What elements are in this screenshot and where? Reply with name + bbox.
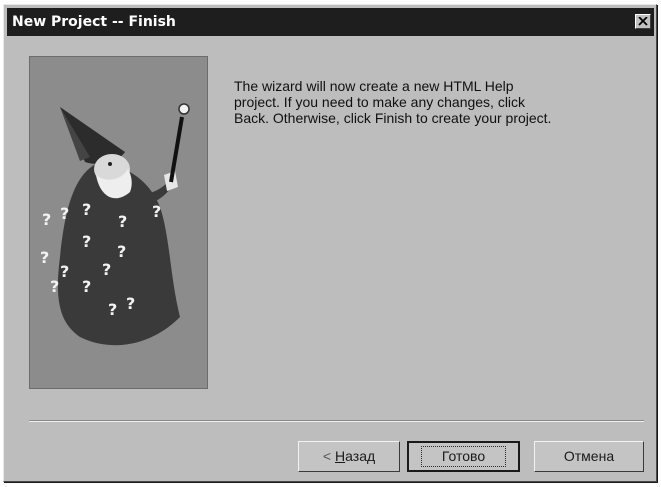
wizard-icon: ? ? ? ? ? ? ? ? ? ? ? ? ? ? <box>40 103 190 346</box>
back-label: азад <box>345 448 376 464</box>
message-line: Back. Otherwise, click Finish to create … <box>234 110 552 126</box>
back-accelerator: Н <box>335 448 346 464</box>
question-mark: ? <box>42 210 51 229</box>
question-mark: ? <box>152 202 161 221</box>
wizard-dialog: New Project -- Finish ? ? ? ? ? ? ? ? ? … <box>3 4 657 482</box>
message-line: project. If you need to make any changes… <box>234 94 526 110</box>
title-bar[interactable]: New Project -- Finish <box>7 8 654 36</box>
cancel-label: Отмена <box>563 448 615 464</box>
question-mark: ? <box>108 300 117 319</box>
finish-button[interactable]: Готово <box>407 441 520 472</box>
wizard-message: The wizard will now create a new HTML He… <box>234 78 634 126</box>
question-mark: ? <box>60 262 69 281</box>
separator <box>29 420 644 422</box>
question-mark: ? <box>117 242 126 261</box>
question-mark: ? <box>82 277 91 296</box>
question-mark: ? <box>82 200 91 219</box>
window-title: New Project -- Finish <box>12 14 176 30</box>
question-mark: ? <box>40 248 49 267</box>
question-mark: ? <box>60 204 69 223</box>
back-button[interactable]: < Назад <box>298 441 400 472</box>
close-icon <box>638 17 648 26</box>
finish-label: Готово <box>420 446 507 467</box>
question-mark: ? <box>82 232 91 251</box>
wizard-illustration: ? ? ? ? ? ? ? ? ? ? ? ? ? ? <box>29 56 208 389</box>
back-arrow: < <box>322 448 332 464</box>
close-button[interactable] <box>635 14 651 29</box>
cancel-button[interactable]: Отмена <box>534 441 644 472</box>
message-line: The wizard will now create a new HTML He… <box>234 78 514 94</box>
question-mark: ? <box>126 294 135 313</box>
question-mark: ? <box>118 212 127 231</box>
question-mark: ? <box>102 260 111 279</box>
question-mark: ? <box>50 277 59 296</box>
